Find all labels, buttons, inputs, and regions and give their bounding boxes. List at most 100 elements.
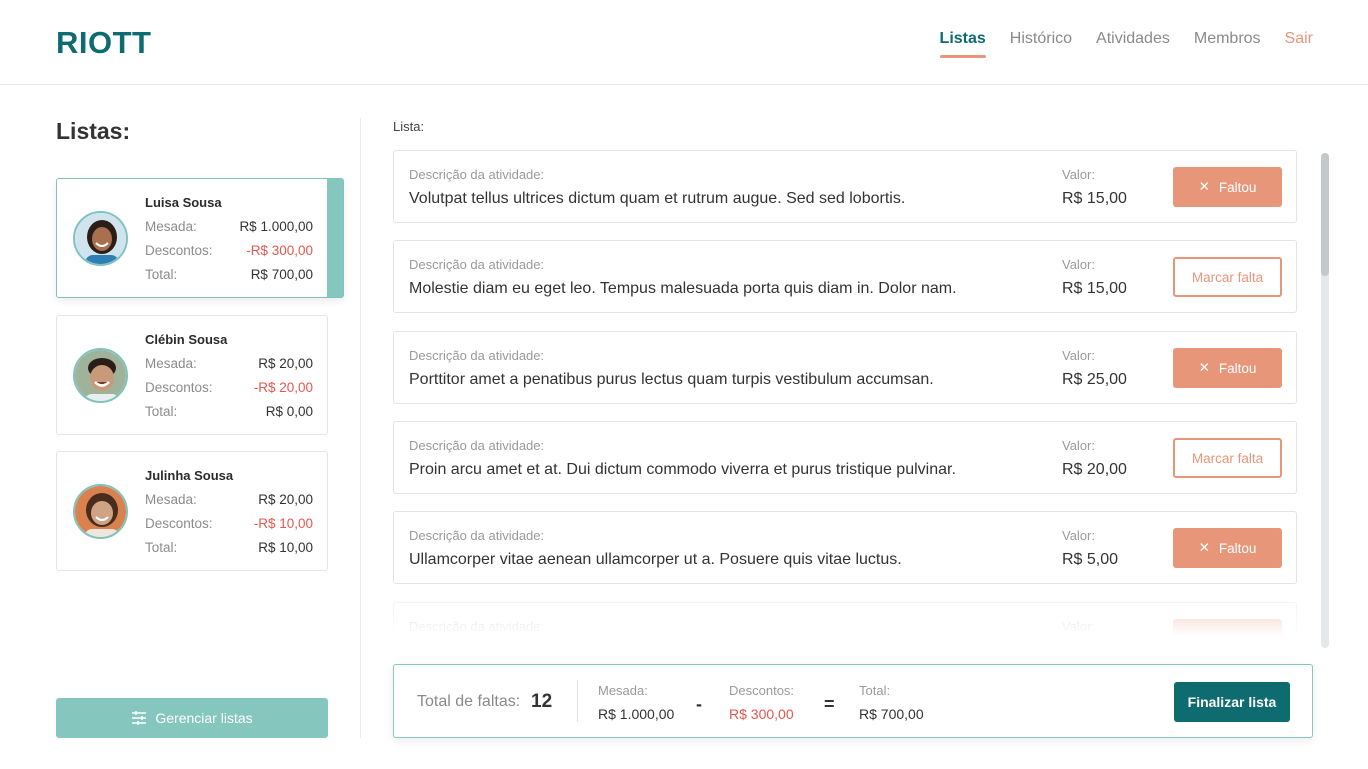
activity-value: R$ 25,00: [1062, 371, 1127, 388]
panel-divider: [360, 118, 361, 738]
activity-description: Molestie diam eu eget leo. Tempus malesu…: [409, 280, 957, 297]
faltou-label: Faltou: [1218, 360, 1257, 376]
summary-divider: [577, 680, 578, 722]
mesada-row: Mesada: R$ 1.000,00: [145, 219, 313, 234]
scrollbar-thumb[interactable]: [1321, 153, 1329, 276]
summary-descontos-value: R$ 300,00: [729, 706, 794, 722]
faltou-button[interactable]: ✕ Faltou: [1173, 348, 1282, 388]
value-label: Valor:: [1062, 438, 1095, 453]
manage-lists-label: Gerenciar listas: [155, 710, 253, 726]
absences-label: Total de faltas:: [417, 693, 521, 710]
description-label: Descrição da atividade:: [409, 619, 545, 634]
activity-row: Descrição da atividade: Valor:: [393, 602, 1297, 636]
description-label: Descrição da atividade:: [409, 257, 545, 272]
mesada-row: Mesada: R$ 20,00: [145, 492, 313, 507]
value-label: Valor:: [1062, 348, 1095, 363]
summary-mesada-label: Mesada:: [598, 683, 648, 698]
list-label: Lista:: [393, 119, 425, 134]
faltou-button[interactable]: [1173, 619, 1282, 636]
summary-total-label: Total:: [859, 683, 891, 698]
activity-row: Descrição da atividade: Ullamcorper vita…: [393, 511, 1297, 584]
total-value: R$ 0,00: [265, 404, 313, 419]
activity-list[interactable]: Descrição da atividade: Volutpat tellus …: [393, 150, 1298, 636]
summary-bar: Total de faltas: 12 Mesada: R$ 1.000,00 …: [393, 664, 1313, 738]
mesada-label: Mesada:: [145, 492, 197, 507]
descontos-label: Descontos:: [145, 243, 213, 258]
activity-row: Descrição da atividade: Porttitor amet a…: [393, 331, 1297, 404]
faltou-label: Faltou: [1218, 179, 1257, 195]
close-icon: ✕: [1198, 360, 1210, 375]
activity-row: Descrição da atividade: Molestie diam eu…: [393, 240, 1297, 313]
summary-descontos-label: Descontos:: [729, 683, 795, 698]
sidebar-title: Listas:: [56, 118, 131, 144]
girl-avatar-icon: [75, 486, 126, 537]
activity-value: R$ 5,00: [1062, 551, 1119, 568]
description-label: Descrição da atividade:: [409, 348, 545, 363]
mesada-row: Mesada: R$ 20,00: [145, 356, 313, 371]
faltou-button[interactable]: ✕ Faltou: [1173, 528, 1282, 568]
member-name: Clébin Sousa: [145, 332, 228, 347]
logout-link[interactable]: Sair: [1285, 30, 1313, 58]
girl-avatar-icon: [75, 213, 126, 264]
activity-row: Descrição da atividade: Proin arcu amet …: [393, 421, 1297, 494]
activity-value: R$ 15,00: [1062, 280, 1127, 297]
value-label: Valor:: [1062, 167, 1095, 182]
boy-avatar-icon: [75, 350, 126, 401]
value-label: Valor:: [1062, 528, 1095, 543]
total-label: Total:: [145, 540, 178, 555]
activity-description: Porttitor amet a penatibus purus lectus …: [409, 371, 934, 388]
activity-value: R$ 20,00: [1062, 461, 1127, 478]
total-label: Total:: [145, 404, 178, 419]
member-name: Julinha Sousa: [145, 468, 234, 483]
descontos-value: -R$ 300,00: [246, 243, 313, 258]
descontos-value: -R$ 10,00: [253, 516, 313, 531]
descontos-row: Descontos: -R$ 300,00: [145, 243, 313, 258]
manage-lists-button[interactable]: Gerenciar listas: [56, 698, 328, 738]
total-row: Total: R$ 0,00: [145, 404, 313, 419]
absences-count: 12: [531, 691, 553, 712]
member-name: Luisa Sousa: [145, 195, 222, 210]
app-header: RIOTT Listas Histórico Atividades Membro…: [0, 0, 1368, 85]
finalize-list-button[interactable]: Finalizar lista: [1174, 682, 1290, 722]
activity-description: Proin arcu amet et at. Dui dictum commod…: [409, 461, 956, 478]
descontos-label: Descontos:: [145, 516, 213, 531]
nav-tab-listas[interactable]: Listas: [939, 30, 987, 58]
faltou-button[interactable]: ✕ Faltou: [1173, 167, 1282, 207]
description-label: Descrição da atividade:: [409, 528, 545, 543]
total-row: Total: R$ 10,00: [145, 540, 313, 555]
nav-tab-atividades[interactable]: Atividades: [1096, 30, 1170, 58]
summary-total-value: R$ 700,00: [859, 706, 924, 722]
summary-mesada-value: R$ 1.000,00: [598, 706, 675, 722]
avatar: [73, 348, 128, 403]
activity-value: R$ 15,00: [1062, 190, 1127, 207]
descontos-row: Descontos: -R$ 10,00: [145, 516, 313, 531]
mark-absence-button[interactable]: Marcar falta: [1173, 257, 1282, 297]
nav-tab-membros[interactable]: Membros: [1194, 30, 1261, 58]
descontos-value: -R$ 20,00: [253, 380, 313, 395]
total-row: Total: R$ 700,00: [145, 267, 313, 282]
app-logo[interactable]: RIOTT: [56, 25, 152, 61]
activity-row: Descrição da atividade: Volutpat tellus …: [393, 150, 1297, 223]
mesada-value: R$ 1.000,00: [239, 219, 313, 234]
active-indicator: [327, 179, 343, 297]
activity-description: Volutpat tellus ultrices dictum quam et …: [409, 190, 906, 207]
descontos-label: Descontos:: [145, 380, 213, 395]
mesada-label: Mesada:: [145, 219, 197, 234]
member-card-julinha[interactable]: Julinha Sousa Mesada: R$ 20,00 Descontos…: [56, 451, 328, 571]
sliders-icon: [132, 711, 147, 725]
total-value: R$ 10,00: [258, 540, 313, 555]
main-nav: Listas Histórico Atividades Membros Sair: [939, 30, 1313, 58]
mark-absence-button[interactable]: Marcar falta: [1173, 438, 1282, 478]
mesada-value: R$ 20,00: [258, 356, 313, 371]
avatar: [73, 484, 128, 539]
minus-operator: -: [696, 694, 702, 714]
avatar: [73, 211, 128, 266]
description-label: Descrição da atividade:: [409, 438, 545, 453]
mesada-label: Mesada:: [145, 356, 197, 371]
value-label: Valor:: [1062, 257, 1095, 272]
close-icon: ✕: [1198, 540, 1210, 555]
member-card-clebin[interactable]: Clébin Sousa Mesada: R$ 20,00 Descontos:…: [56, 315, 328, 435]
member-card-luisa[interactable]: Luisa Sousa Mesada: R$ 1.000,00 Desconto…: [56, 178, 344, 298]
value-label: Valor:: [1062, 619, 1095, 634]
nav-tab-historico[interactable]: Histórico: [1010, 30, 1072, 58]
